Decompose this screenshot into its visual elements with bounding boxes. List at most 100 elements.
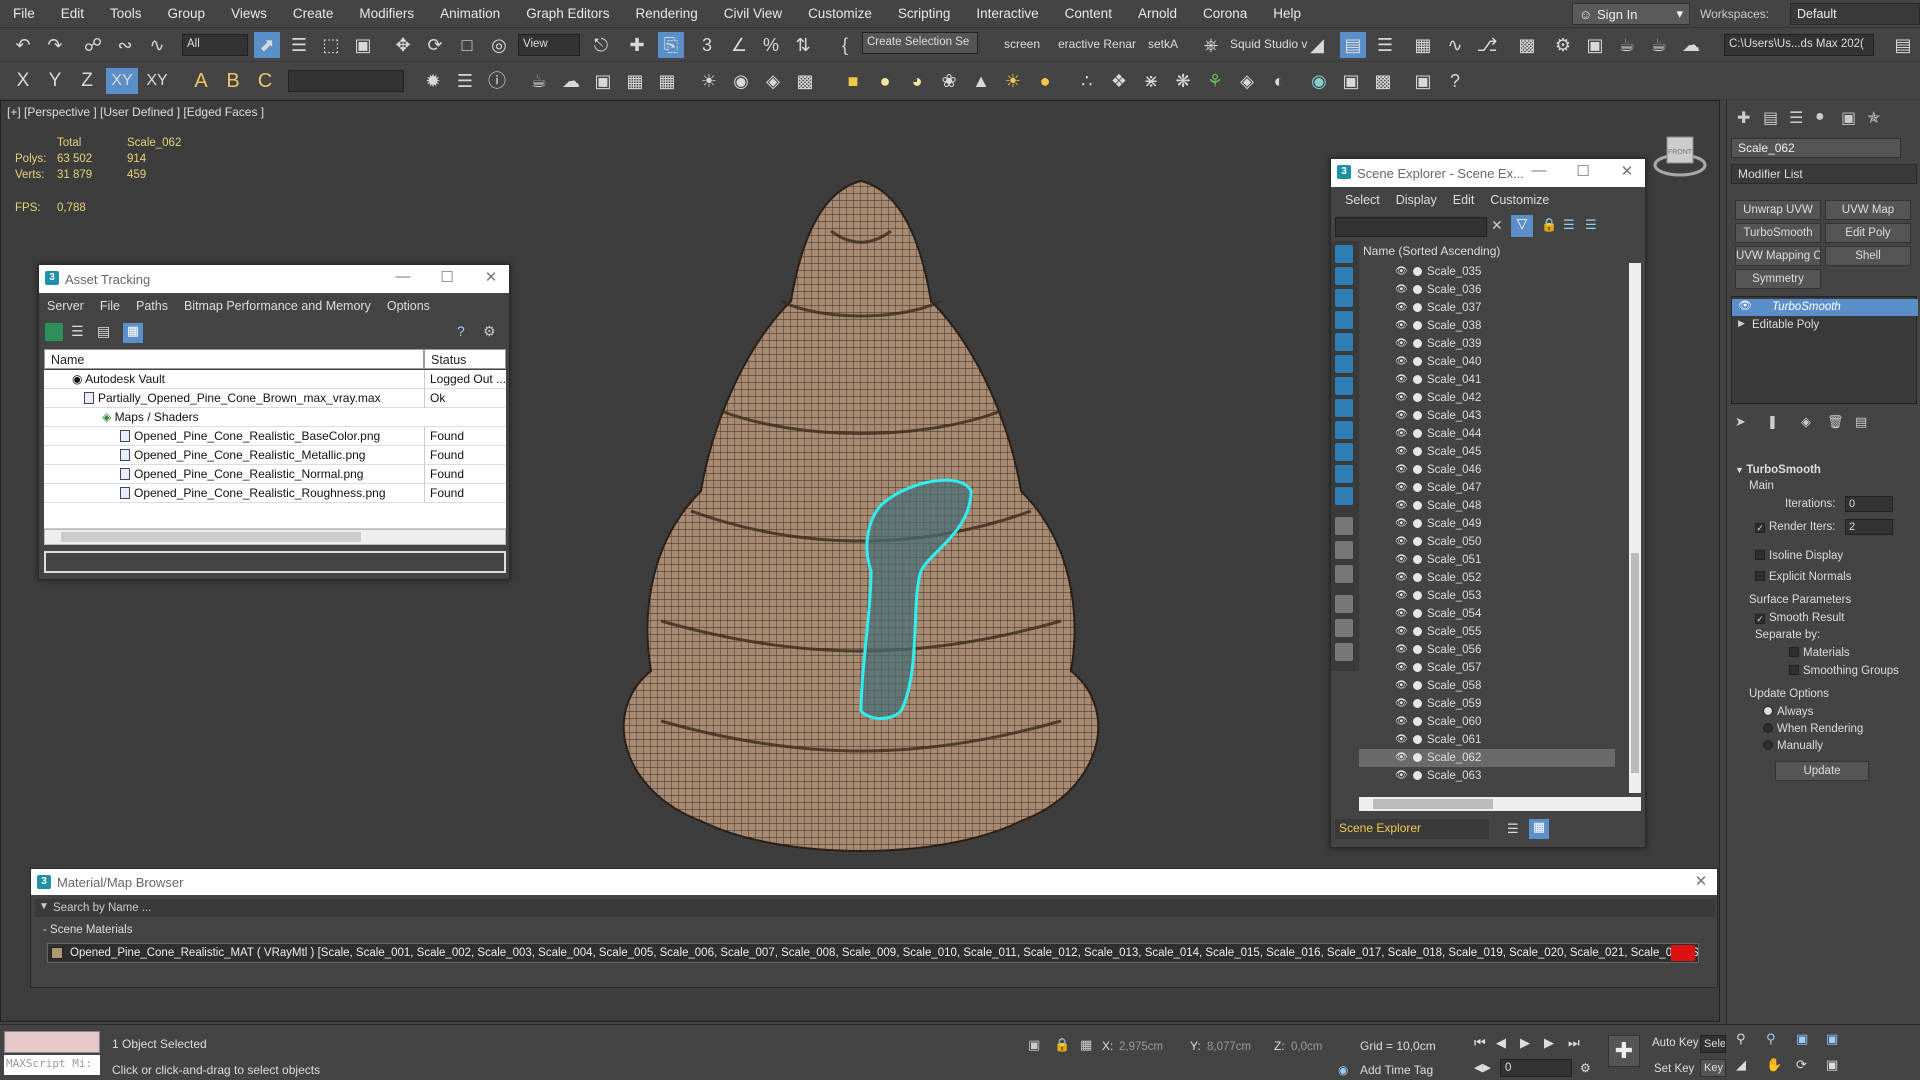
maximize-viewport-icon[interactable]: ▣ [1826,1057,1838,1073]
filter-geometry-icon[interactable] [1335,245,1353,263]
decal-icon[interactable]: ◐ [1266,68,1292,94]
tool-dropdown[interactable] [288,70,404,92]
visibility-icon[interactable]: 👁 [1395,353,1408,371]
y-coordinate-field[interactable]: 8,077cm [1204,1038,1274,1056]
keyboard-shortcut-icon[interactable]: ⎘ [658,32,684,58]
menu-help[interactable]: Help [1260,6,1314,21]
filter-xrefs-icon[interactable] [1335,399,1353,417]
asset-path-field[interactable] [44,551,506,573]
material-entry[interactable]: Opened_Pine_Cone_Realistic_MAT ( VRayMtl… [47,943,1699,963]
visibility-icon[interactable]: 👁 [1395,749,1408,767]
play-icon[interactable]: ▶ [1520,1035,1530,1051]
horizontal-scrollbar[interactable] [1359,797,1641,811]
visibility-icon[interactable]: 👁 [1395,479,1408,497]
visibility-icon[interactable]: 👁 [1395,641,1408,659]
scatter-icon[interactable]: ∴ [1074,68,1100,94]
list-item[interactable]: 👁 Scale_041 [1359,371,1615,389]
col-header-status[interactable]: Status [424,349,506,369]
camera-icon[interactable]: ◉ [728,68,754,94]
select-by-name-icon[interactable]: ☰ [286,32,312,58]
cloud-icon[interactable]: ☁ [558,68,584,94]
rect-selection-icon[interactable]: ⬚ [318,32,344,58]
sphere-icon[interactable]: ● [872,68,898,94]
render-icon[interactable] [1413,717,1422,726]
render-cloud-icon[interactable]: ☁ [1678,32,1704,58]
table-row[interactable]: ◉ Autodesk Vault Logged Out ... [44,370,506,389]
x-coordinate-field[interactable]: 2,975cm [1116,1038,1186,1056]
axis-z-button[interactable]: Z [74,68,100,94]
object-name-field[interactable]: Scale_062 [1731,138,1901,158]
visibility-icon[interactable]: 👁 [1395,533,1408,551]
filter-spacewarps-icon[interactable] [1335,355,1353,373]
field-of-view-icon[interactable]: ◢ [1736,1057,1746,1073]
list-icon[interactable]: ☰ [452,68,478,94]
list-item[interactable]: 👁 Scale_053 [1359,587,1615,605]
maximize-icon[interactable]: ☐ [437,268,457,286]
list-item[interactable]: 👁 Scale_057 [1359,659,1615,677]
auto-key-button[interactable]: Auto Key [1652,1037,1699,1049]
table-row[interactable]: Partially_Opened_Pine_Cone_Brown_max_vra… [44,389,506,408]
sun-icon[interactable]: ☀ [1000,68,1026,94]
scale-icon[interactable]: □ [454,32,480,58]
menu-content[interactable]: Content [1052,6,1125,21]
globe-icon[interactable]: ◉ [1306,68,1332,94]
schematic-view-icon[interactable]: ⎇ [1474,32,1500,58]
fur-icon[interactable]: ⋇ [1138,68,1164,94]
light-sphere-icon[interactable]: ● [1032,68,1058,94]
visibility-icon[interactable]: 👁 [1395,281,1408,299]
smooth-result-checkbox[interactable]: ✓ Smooth Result [1755,612,1844,624]
at-menu-server[interactable]: Server [39,299,92,313]
redo-icon[interactable]: ↷ [42,32,68,58]
material-browser-titlebar[interactable]: 3 Material/Map Browser ✕ [31,869,1717,895]
stack-item-editable-poly[interactable]: Editable Poly [1732,317,1918,334]
render-icon[interactable] [1413,735,1422,744]
toolbar-label-setka[interactable]: setkA [1148,37,1178,51]
current-frame-field[interactable]: 0 [1500,1059,1572,1077]
visibility-icon[interactable]: 👁 [1395,443,1408,461]
visibility-icon[interactable]: 👁 [1395,317,1408,335]
se-menu-edit[interactable]: Edit [1445,193,1483,207]
at-menu-file[interactable]: File [92,299,128,313]
create-tab-icon[interactable]: ✚ [1737,108,1750,128]
bulb-icon[interactable]: ☀ [696,68,722,94]
visibility-icon[interactable]: 👁 [1395,695,1408,713]
maxscript-mini-input[interactable]: MAXScript Mi: [4,1055,100,1075]
visibility-icon[interactable]: 👁 [1395,605,1408,623]
se-menu-display[interactable]: Display [1388,193,1445,207]
named-selection-dropdown[interactable]: Create Selection Se [862,32,978,54]
table-row[interactable]: Opened_Pine_Cone_Realistic_Metallic.png F… [44,446,506,465]
render-icon[interactable] [1413,699,1422,708]
render-iters-checkbox[interactable]: ✓ Render Iters: [1755,521,1835,533]
key-mode-dropdown[interactable]: Selected [1700,1035,1726,1053]
render-icon[interactable] [1413,519,1422,528]
list-item[interactable]: 👁 Scale_035 [1359,263,1615,281]
visibility-icon[interactable]: 👁 [1395,425,1408,443]
filter-hidden-icon[interactable] [1335,487,1353,505]
list-item[interactable]: 👁 Scale_052 [1359,569,1615,587]
remove-modifier-icon[interactable]: 🗑 [1827,414,1844,430]
previous-frame-icon[interactable]: ◀ [1496,1035,1506,1051]
z-coordinate-field[interactable]: 0,0cm [1288,1038,1358,1056]
menu-create[interactable]: Create [280,6,347,21]
funnel-alt-icon[interactable] [1335,619,1353,637]
vault-settings-icon[interactable]: ⚙ [483,323,501,341]
close-icon[interactable]: ✕ [1691,872,1711,890]
close-icon[interactable]: ✕ [1617,162,1637,180]
render-icon[interactable] [1413,357,1422,366]
list-item[interactable]: 👁 Scale_054 [1359,605,1615,623]
list-item[interactable]: 👁 Scale_044 [1359,425,1615,443]
render-icon[interactable] [1413,501,1422,510]
scene-explorer-titlebar[interactable]: 3 Scene Explorer - Scene Ex... — ☐ ✕ [1331,159,1645,187]
material-editor-icon[interactable]: ▩ [1514,32,1540,58]
layers-icon[interactable]: ☰ [1585,217,1597,233]
render-icon[interactable] [1413,447,1422,456]
render-iters-spinner[interactable]: 2 [1845,519,1893,535]
asset-tracking-titlebar[interactable]: 3 Asset Tracking — ☐ ✕ [39,265,509,293]
list-item[interactable]: 👁 Scale_055 [1359,623,1615,641]
shell-button[interactable]: Shell [1825,246,1911,266]
list-item[interactable]: 👁 Scale_061 [1359,731,1615,749]
scrollbar-thumb[interactable] [61,532,361,542]
menu-group[interactable]: Group [155,6,219,21]
at-menu-options[interactable]: Options [379,299,438,313]
menu-graph-editors[interactable]: Graph Editors [513,6,622,21]
